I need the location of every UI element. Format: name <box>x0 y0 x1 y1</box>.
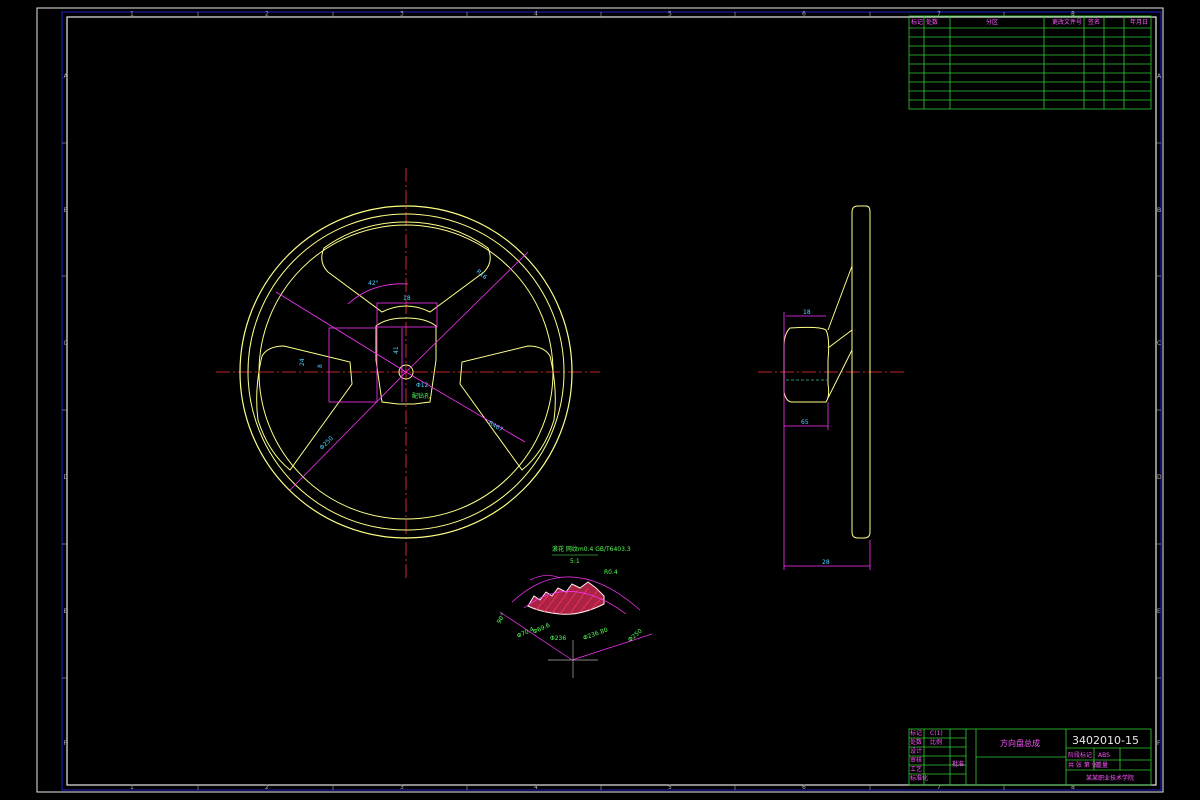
zone-labels: 1122334455667788A AB BC CD DE EF F <box>64 11 1163 792</box>
stage-label: 阶段标记 <box>1068 751 1092 759</box>
weight-label: 重量 <box>1096 761 1108 769</box>
tb-left-label-1: 标记 <box>910 729 922 737</box>
zone-column-label: 2 <box>265 11 269 18</box>
cad-drawing-canvas: 1122334455667788A AB BC CD DE EF F 标记 处数 分区 更改… <box>36 7 1164 793</box>
zone-row-label: D <box>64 474 69 481</box>
zone-row-label: E <box>64 608 68 615</box>
zone-column-label: 1 <box>130 784 134 791</box>
zone-row-label: D <box>1157 474 1162 481</box>
side-hub-outline <box>783 326 830 403</box>
zone-row-label: B <box>64 207 68 214</box>
zone-column-label: 1 <box>130 11 134 18</box>
tb-label-standard: 标准化 <box>910 774 928 782</box>
zone-column-label: 3 <box>400 784 404 791</box>
assembly-name: 方向盘总成 <box>1000 738 1040 748</box>
tb-label-review: 审核 <box>910 756 922 764</box>
drill-note: 配钻孔 <box>412 392 430 400</box>
rev-header-count: 处数 <box>926 18 938 26</box>
detail-dim-phi250: Φ250 <box>627 628 644 644</box>
dim-phi12: Φ12 <box>416 382 429 389</box>
side-spoke-mid-bottom <box>827 349 853 399</box>
zone-column-label: 6 <box>802 11 806 18</box>
zone-row-label: B <box>1157 207 1161 214</box>
outer-border <box>36 7 1164 793</box>
revision-table <box>908 15 1152 110</box>
tb-label-approve: 批准 <box>952 760 964 768</box>
rev-header-mark: 标记 <box>911 18 923 26</box>
detail-dim-phi696: Φ69.6 <box>532 622 552 636</box>
detail-scale: 5:1 <box>570 558 580 565</box>
zone-column-label: 6 <box>802 784 806 791</box>
zone-column-label: 5 <box>668 784 672 791</box>
dim-phi250: Φ250 <box>318 435 335 452</box>
side-spoke-top <box>827 265 853 331</box>
side-spoke-mid-top <box>827 329 853 349</box>
drawing-frame <box>66 16 1157 786</box>
tb-left-value-2: 比例 <box>930 738 942 746</box>
rev-header-date: 年月日 <box>1130 18 1148 26</box>
detail-dim-90: 90° <box>496 612 507 625</box>
detail-title: 滚花 网纹m0.4 GB/T6403.3 <box>552 545 631 553</box>
zone-column-label: 5 <box>668 11 672 18</box>
rev-header-sign: 签名 <box>1088 18 1100 26</box>
zone-row-label: E <box>1157 608 1161 615</box>
zone-row-label: F <box>64 740 68 747</box>
knurl-detail: 滚花 网纹m0.4 GB/T6403.3 5:1 R0.4 Φ70.4 Φ69.… <box>496 545 653 678</box>
dim-41: 41 <box>393 346 400 354</box>
tb-left-value-1: C(1) <box>930 730 943 737</box>
zone-band <box>61 11 1162 791</box>
spoke-axis-upper-right <box>405 251 529 373</box>
front-view: R16 42° 18 8 24 41 Φ12 Φ250 R467 配钻孔 <box>216 168 600 580</box>
side-view: 18 65 28 <box>758 205 905 570</box>
rev-header-zone: 分区 <box>986 18 998 26</box>
dim-18-top: 18 <box>403 295 411 302</box>
zone-column-label: 8 <box>1071 11 1075 18</box>
spoke-cutout-right <box>459 345 556 471</box>
tb-label-design: 设计 <box>910 747 922 755</box>
revision-table-headers: 标记 处数 分区 更改文件号 签名 年月日 <box>911 18 1148 26</box>
zone-row-label: C <box>1157 340 1161 347</box>
tb-left-label-2: 处数 <box>910 738 922 746</box>
zone-column-label: 7 <box>937 11 941 18</box>
zone-column-label: 3 <box>400 11 404 18</box>
dim-r467: R467 <box>487 420 504 434</box>
detail-dim-r04: R0.4 <box>604 569 618 576</box>
zone-column-label: 2 <box>265 784 269 791</box>
zone-ticks <box>62 12 1161 790</box>
zone-row-label: C <box>64 340 68 347</box>
zone-column-label: 4 <box>534 784 538 791</box>
dim-angle-42: 42° <box>368 280 379 287</box>
detail-dim-phi23680: Φ236.80 <box>582 626 609 641</box>
dim-8: 8 <box>317 364 324 368</box>
material-value: ABS <box>1098 752 1110 759</box>
side-dim-65: 65 <box>801 419 809 426</box>
zone-row-label: A <box>64 73 69 80</box>
tb-label-process: 工艺 <box>910 765 922 773</box>
school-name: 某某职业技术学院 <box>1086 774 1134 782</box>
side-dim-18: 18 <box>803 309 811 316</box>
side-dim-28: 28 <box>822 559 830 566</box>
dim-24: 24 <box>299 358 306 366</box>
rev-header-doc: 更改文件号 <box>1052 18 1082 26</box>
sheet-count: 共 张 第 张 <box>1068 761 1098 769</box>
hub-dim-box-top <box>376 302 438 328</box>
part-number: 3402010-15 <box>1072 734 1139 747</box>
detail-dim-phi236: Φ236 <box>550 635 566 642</box>
zone-row-label: F <box>1157 740 1161 747</box>
zone-column-label: 4 <box>534 11 538 18</box>
detail-arc-90 <box>529 575 561 581</box>
